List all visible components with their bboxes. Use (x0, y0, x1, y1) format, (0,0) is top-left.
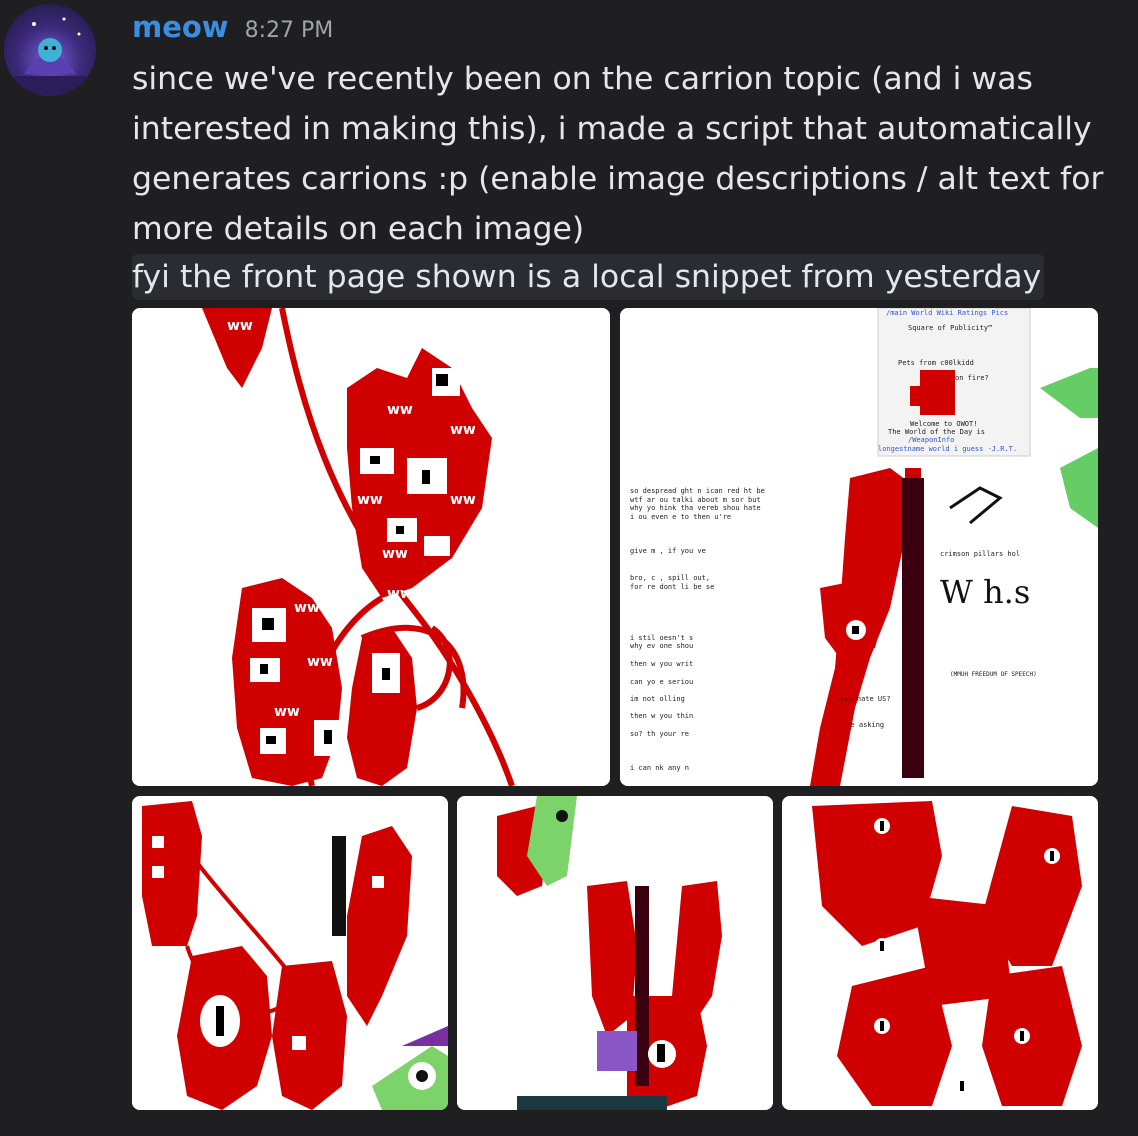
avatar-art-icon (14, 17, 86, 96)
owot-weapon-link: /WeaponInfo (908, 436, 954, 444)
owot-square-title: Square of Publicity™ (908, 324, 992, 332)
owot-pets-line: Pets from c00lkidd (898, 359, 974, 367)
svg-text:ww: ww (227, 318, 253, 334)
carrion-image-icon (457, 796, 773, 1110)
owot-page-image-icon: /main World Wiki Ratings Pics Square of … (620, 308, 1098, 786)
svg-text:ww: ww (387, 586, 413, 602)
svg-text:then w you writ: then w you writ (630, 660, 693, 668)
svg-text:W h.s: W h.s (940, 573, 1030, 611)
svg-text:im not olling: im not olling (630, 695, 685, 703)
svg-text:ww: ww (307, 654, 333, 670)
owot-hate-text: you hate US? (840, 695, 891, 703)
owot-welcome: Welcome to OWOT! (910, 420, 977, 428)
svg-text:ww: ww (387, 402, 413, 418)
timestamp[interactable]: 8:27 PM (245, 18, 334, 43)
carrion-image-icon (782, 796, 1098, 1110)
svg-text:so despread ght n ican: so despread ght n ican red ht be (630, 487, 765, 495)
attachment-image-3[interactable] (132, 796, 448, 1110)
avatar[interactable] (4, 4, 96, 96)
username[interactable]: meow (132, 10, 229, 44)
attachment-image-5[interactable] (782, 796, 1098, 1110)
svg-text:ww: ww (274, 704, 300, 720)
svg-text:why yo hink tha vereb shou: why yo hink tha vereb shou hate (630, 504, 761, 512)
svg-text:ww: ww (294, 600, 320, 616)
message-highlighted-line: fyi the front page shown is a local snip… (132, 254, 1045, 300)
owot-world-of-day: The World of the Day is (888, 428, 985, 436)
image-attachments: ww ww ww ww ww ww ww ww ww ww /main Worl… (132, 308, 1098, 1110)
svg-text:bro, c , spill out,: bro, c , spill out, (630, 574, 710, 582)
svg-text:wtf ar ou talki about m so: wtf ar ou talki about m sor but (630, 496, 761, 504)
svg-text:ww: ww (450, 422, 476, 438)
attachment-image-2[interactable]: /main World Wiki Ratings Pics Square of … (620, 308, 1098, 786)
svg-text:why ev one shou: why ev one shou (630, 642, 693, 650)
svg-text:i ou even e to then: i ou even e to then u're (630, 513, 731, 521)
svg-text:i can nk any n: i can nk any n (630, 764, 689, 772)
owot-crimson-text: crimson pillars hol (940, 550, 1020, 558)
svg-text:ww: ww (382, 546, 408, 562)
message-text: since we've recently been on the carrion… (132, 61, 1114, 247)
carrion-image-icon: ww ww ww ww ww ww ww ww ww ww (132, 308, 610, 786)
message-header: meow 8:27 PM (132, 10, 1122, 54)
svg-text:ww: ww (450, 492, 476, 508)
owot-fire-line: on fire? (955, 374, 989, 382)
svg-text:ww: ww (357, 492, 383, 508)
svg-text:give m , if you ve: give m , if you ve (630, 547, 706, 555)
owot-longest-link: longestname world i guess -J.R.T. (878, 445, 1017, 453)
carrion-image-icon (132, 796, 448, 1110)
svg-text:so? th your re: so? th your re (630, 730, 689, 738)
attachment-image-1[interactable]: ww ww ww ww ww ww ww ww ww ww (132, 308, 610, 786)
owot-asking-text: 're asking (842, 721, 884, 729)
owot-freedom-text: (MMUH FREEDUM OF SPEECH) (950, 671, 1037, 678)
svg-text:then w you thin: then w you thin (630, 712, 693, 720)
attachment-image-4[interactable] (457, 796, 773, 1110)
svg-text:i stil oesn't s: i stil oesn't s (630, 634, 693, 642)
svg-text:can yo e seriou: can yo e seriou (630, 678, 693, 686)
message: meow 8:27 PM since we've recently been o… (132, 10, 1122, 300)
svg-text:for re dont li be se: for re dont li be se (630, 583, 714, 591)
owot-nav-links: /main World Wiki Ratings Pics (886, 309, 1008, 317)
